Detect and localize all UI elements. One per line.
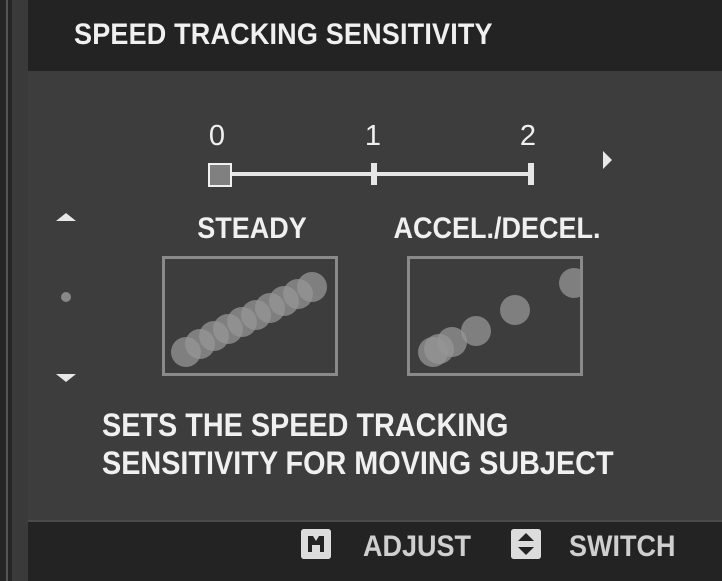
selector-icon <box>511 529 541 559</box>
page-title: SPEED TRACKING SENSITIVITY <box>74 18 493 51</box>
adjust-label: ADJUST <box>363 530 472 563</box>
steady-label: STEADY <box>197 212 307 245</box>
motion-ball <box>559 268 580 298</box>
slider-tick-1 <box>371 163 377 185</box>
left-border <box>0 0 12 581</box>
steady-illustration <box>162 256 338 376</box>
arrow-up-icon[interactable] <box>56 213 76 221</box>
accel-decel-illustration <box>407 256 583 376</box>
scale-label-0: 0 <box>208 120 226 152</box>
scale-label-1: 1 <box>364 120 382 152</box>
slider-handle[interactable] <box>208 163 232 187</box>
motion-ball <box>461 316 491 346</box>
screen: SPEED TRACKING SENSITIVITY 0 1 2 STEADY … <box>28 0 722 581</box>
page-indicator-dot <box>61 292 71 302</box>
arrow-down-icon[interactable] <box>56 374 76 382</box>
slider-tick-2 <box>528 163 534 185</box>
description-text: SETS THE SPEED TRACKING SENSITIVITY FOR … <box>102 406 614 482</box>
motion-ball <box>500 295 530 325</box>
scale-label-2: 2 <box>519 120 537 152</box>
motion-ball <box>297 272 327 302</box>
switch-label: SWITCH <box>569 530 676 563</box>
accel-decel-label: ACCEL./DECEL. <box>393 212 601 245</box>
description-line-1: SETS THE SPEED TRACKING <box>102 407 509 443</box>
dial-icon <box>301 529 331 559</box>
description-line-2: SENSITIVITY FOR MOVING SUBJECT <box>102 445 614 481</box>
header-bar: SPEED TRACKING SENSITIVITY <box>28 0 722 71</box>
arrow-right-icon[interactable] <box>603 151 612 169</box>
